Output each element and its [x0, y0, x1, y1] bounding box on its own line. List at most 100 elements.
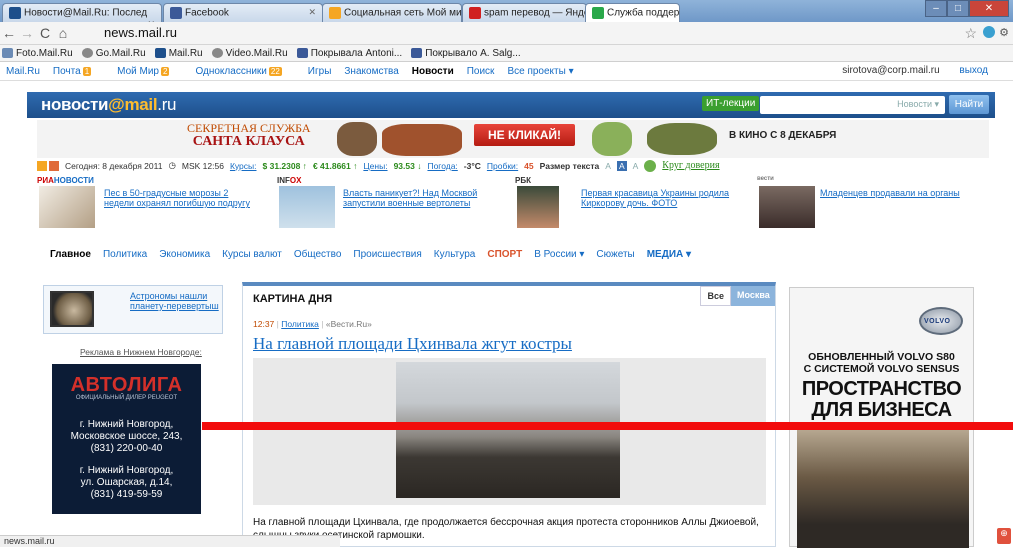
partner-news-item[interactable]: РБК Первая красавица Украины родила Кирк… [515, 176, 740, 238]
banner-button[interactable]: НЕ КЛИКАЙ! [474, 124, 575, 146]
astronomy-teaser[interactable]: Астрономы нашли планету-перевертыш [43, 285, 223, 334]
portal-mailru[interactable]: Mail.Ru [6, 66, 40, 77]
news-link[interactable]: Первая красавица Украины родила Киркоров… [581, 188, 739, 208]
banner-title: СЕКРЕТНАЯ СЛУЖБА САНТА КЛАУСА [187, 121, 311, 149]
mymir-favicon-icon [329, 7, 341, 19]
avtoliga-ad[interactable]: АВТОЛИГА ОФИЦИАЛЬНЫЙ ДИЛЕР PEUGEOT г. Ни… [52, 364, 201, 514]
menu-society[interactable]: Общество [294, 249, 342, 260]
user-email[interactable]: sirotova@corp.mail.ru [842, 65, 939, 76]
feedback-icon[interactable]: ⊕ [997, 528, 1011, 544]
news-thumbnail[interactable] [39, 186, 95, 228]
article-photo[interactable] [396, 362, 620, 498]
wrench-icon[interactable]: ⚙ [999, 26, 1009, 39]
portal-dating[interactable]: Знакомства [344, 66, 398, 77]
tab-moscow[interactable]: Москва [731, 286, 775, 306]
bookmark-item[interactable]: Foto.Mail.Ru [2, 48, 73, 59]
browser-tab-active[interactable]: Служба поддержки [585, 3, 680, 22]
planet-image[interactable] [50, 291, 94, 327]
extension-icon[interactable] [983, 26, 995, 38]
menu-currency[interactable]: Курсы валют [222, 249, 282, 260]
rates-link[interactable]: Курсы: [230, 161, 257, 171]
menu-stories[interactable]: Сюжеты [596, 249, 634, 260]
partner-news-item[interactable]: вести Младенцев продавали на органы [757, 176, 987, 238]
forward-icon[interactable]: → [18, 25, 36, 41]
it-lectures-button[interactable]: ИТ-лекции [702, 96, 760, 111]
partner-news-item[interactable]: РИАНОВОСТИ Пес в 50-градусные морозы 2 н… [37, 176, 257, 238]
browser-tab[interactable]: spam перевод — Яндекс: [462, 3, 587, 22]
ad-label[interactable]: Реклама в Нижнем Новгороде: [80, 347, 202, 357]
traffic-link[interactable]: Пробки: [487, 161, 518, 171]
portal-all-projects[interactable]: Все проекты ▾ [507, 66, 573, 77]
weather-link[interactable]: Погода: [427, 161, 457, 171]
search-input[interactable]: Новости ▾ [760, 96, 945, 114]
portal-search[interactable]: Поиск [467, 66, 495, 77]
bookmark-item[interactable]: Mail.Ru [154, 48, 203, 59]
bookmark-item[interactable]: Покрывала Antoni... [296, 48, 402, 59]
portal-mail[interactable]: Почта 1 [53, 66, 104, 77]
text-size-label: Размер текста [539, 160, 600, 171]
news-link[interactable]: Власть паникует?! Над Москвой запустили … [343, 188, 488, 208]
partner-news-item[interactable]: INFOX Власть паникует?! Над Москвой запу… [277, 176, 492, 238]
astronomy-link[interactable]: Астрономы нашли планету-перевертыш [130, 291, 222, 311]
menu-politics[interactable]: Политика [103, 249, 147, 260]
news-link[interactable]: Пес в 50-градусные морозы 2 недели охран… [104, 188, 254, 208]
ad-title: АВТОЛИГА [70, 374, 183, 396]
news-thumbnail[interactable] [517, 186, 559, 228]
back-icon[interactable]: ← [0, 25, 18, 41]
site-logo[interactable]: новости@mail.ru [41, 95, 177, 115]
menu-sport[interactable]: СПОРТ [487, 249, 522, 260]
portal-games[interactable]: Игры [308, 66, 332, 77]
article-headline[interactable]: На главной площади Цхинвала жгут костры [253, 334, 572, 354]
news-thumbnail[interactable] [279, 186, 335, 228]
portal-mymir[interactable]: Мой Мир 2 [117, 66, 182, 77]
menu-media[interactable]: МЕДИА ▾ [647, 249, 691, 260]
menu-main[interactable]: Главное [50, 249, 91, 260]
text-size-small[interactable]: A [605, 161, 611, 171]
widget-icon[interactable] [49, 160, 59, 171]
search-button[interactable]: Найти [949, 95, 989, 114]
rss-icon[interactable] [37, 160, 47, 171]
home-icon[interactable]: ⌂ [54, 25, 72, 41]
browser-tab[interactable]: Facebook ✕ [163, 3, 323, 22]
reload-icon[interactable]: C [36, 25, 54, 41]
address-bar[interactable]: news.mail.ru [88, 25, 953, 43]
close-tab-icon[interactable]: ✕ [308, 7, 316, 18]
minimize-icon[interactable]: – [925, 0, 947, 17]
portal-news[interactable]: Новости [412, 66, 454, 77]
article-category[interactable]: Политика [281, 319, 319, 329]
close-window-icon[interactable]: ✕ [969, 0, 1009, 17]
text-size-medium[interactable]: A [616, 160, 627, 171]
count-badge: 1 [82, 66, 92, 76]
news-thumbnail[interactable] [759, 186, 815, 228]
menu-incidents[interactable]: Происшествия [353, 249, 421, 260]
prices-link[interactable]: Цены: [363, 161, 387, 171]
maximize-icon[interactable]: □ [947, 0, 969, 17]
browser-tab[interactable]: Новости@Mail.Ru: Послед✕ [2, 3, 162, 22]
elf-image [592, 122, 632, 156]
menu-economy[interactable]: Экономика [159, 249, 210, 260]
partner-news-row: РИАНОВОСТИ Пес в 50-градусные морозы 2 н… [37, 176, 989, 238]
bookmark-icon [81, 48, 93, 58]
menu-russia[interactable]: В России ▾ [534, 249, 584, 260]
ad-address-2: г. Нижний Новгород, ул. Ошарская, д.14, (8… [79, 465, 174, 500]
article-time: 12:37 [253, 319, 275, 329]
text-size-large[interactable]: A [633, 161, 639, 171]
logout-link[interactable]: выход [959, 65, 988, 76]
bookmark-item[interactable]: Video.Mail.Ru [211, 48, 288, 59]
news-link[interactable]: Младенцев продавали на органы [820, 188, 985, 198]
portal-ok[interactable]: Одноклассники 22 [195, 66, 294, 77]
trust-circle-link[interactable]: Круг доверия [662, 160, 719, 171]
browser-tab[interactable]: Социальная сеть Мой мир [322, 3, 462, 22]
volvo-ad[interactable]: VOLVO ОБНОВЛЕННЫЙ VOLVO S80 С СИСТЕМОЙ VO… [789, 287, 974, 548]
yandex-favicon-icon [469, 7, 481, 19]
browser-tab-bar: Новости@Mail.Ru: Послед✕ Facebook✕ Социа… [0, 0, 1013, 22]
section-menu: Главное Политика Экономика Курсы валют О… [50, 249, 703, 260]
bookmark-item[interactable]: Go.Mail.Ru [81, 48, 146, 59]
bookmark-item[interactable]: Покрывало A. Salg... [411, 48, 521, 59]
tab-all[interactable]: Все [700, 286, 731, 306]
bookmark-icon [2, 48, 13, 58]
bookmark-star-icon[interactable]: ☆ [964, 25, 977, 42]
movie-banner[interactable]: СЕКРЕТНАЯ СЛУЖБА САНТА КЛАУСА НЕ КЛИКАЙ! … [37, 120, 989, 158]
menu-culture[interactable]: Культура [434, 249, 476, 260]
search-scope-dropdown[interactable]: Новости ▾ [897, 99, 939, 110]
